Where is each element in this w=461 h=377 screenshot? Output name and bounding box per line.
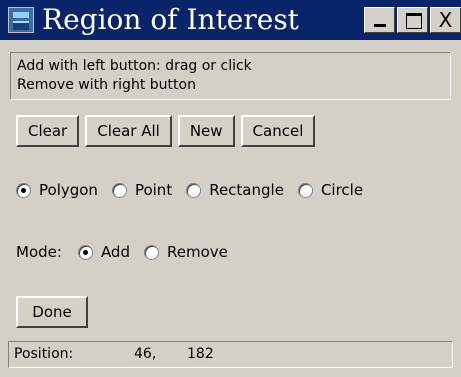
clear-button[interactable]: Clear [16,115,80,147]
remove-label: Remove [166,243,228,261]
position-y-value: 182 [187,346,214,362]
polygon-radio[interactable] [16,182,31,198]
title-bar[interactable]: Region of Interest X [0,0,461,40]
done-button[interactable]: Done [16,296,88,328]
window-title: Region of Interest [42,3,299,36]
clear-all-button[interactable]: Clear All [85,115,172,147]
instruction-line-2: Remove with right button [17,77,196,93]
rectangle-label: Rectangle [209,181,284,199]
point-radio[interactable] [111,182,127,198]
shape-option-point[interactable]: Point [111,181,173,199]
close-button[interactable]: X [430,7,461,33]
shape-option-rectangle[interactable]: Rectangle [186,181,284,199]
shape-option-polygon[interactable]: Polygon [16,181,98,199]
rectangle-radio[interactable] [186,182,202,198]
cancel-button[interactable]: Cancel [240,115,316,147]
instructions-box: Add with left button: drag or click Remo… [10,52,451,100]
mode-radio-group: Mode: Add Remove [16,243,228,261]
instruction-line-1: Add with left button: drag or click [17,58,252,74]
polygon-label: Polygon [39,181,98,199]
circle-radio[interactable] [297,182,313,198]
region-of-interest-window: Region of Interest X Add with left butto… [0,0,461,377]
add-label: Add [100,243,130,261]
maximize-button[interactable] [397,7,428,33]
add-radio[interactable] [77,244,93,260]
position-label: Position: [14,346,74,362]
mode-option-remove[interactable]: Remove [143,243,228,261]
position-x-value: 46, [134,346,157,362]
new-button[interactable]: New [177,115,235,147]
mode-option-add[interactable]: Add [77,243,130,261]
point-label: Point [134,181,173,199]
minimize-button[interactable] [364,7,395,33]
status-bar: Position: 46, 182 [8,341,453,368]
roi-window-icon [8,7,34,33]
shape-option-circle[interactable]: Circle [297,181,364,199]
circle-label: Circle [320,181,364,199]
window-controls: X [364,7,461,33]
action-buttons-row: Clear Clear All New Cancel [16,115,316,147]
mode-label: Mode: [16,243,62,261]
shape-radio-group: Polygon Point Rectangle Circle [16,181,363,199]
remove-radio[interactable] [143,244,159,260]
